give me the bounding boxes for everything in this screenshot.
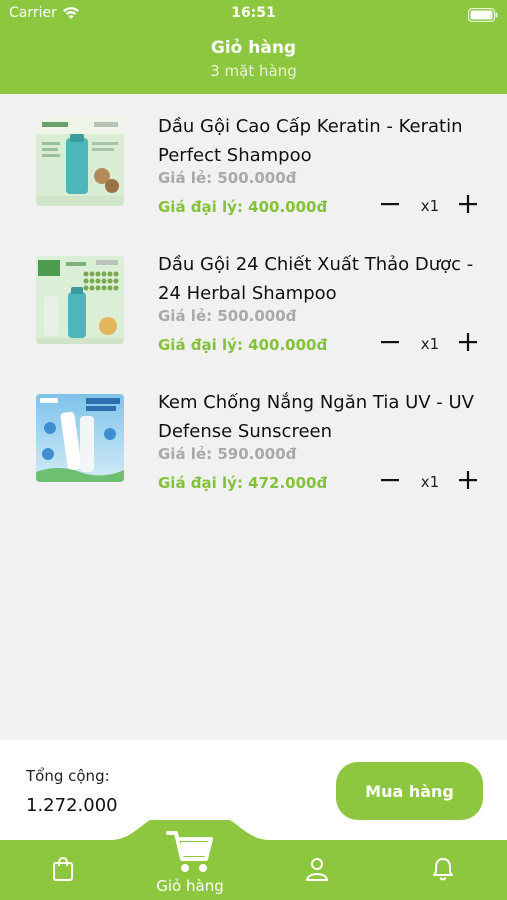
tab-notifications[interactable]	[425, 855, 461, 887]
minus-icon[interactable]	[378, 330, 402, 354]
tab-cart-label[interactable]: Giỏ hàng	[142, 877, 238, 895]
tab-shop[interactable]	[45, 855, 81, 887]
status-bar: Carrier 16:51	[0, 0, 507, 30]
plus-icon[interactable]	[456, 330, 480, 354]
agent-price: Giá đại lý: 400.000đ	[158, 336, 328, 354]
battery-icon	[467, 7, 498, 26]
cart-item[interactable]: Kem Chống Nắng Ngăn Tia UV - UV Defense …	[0, 376, 507, 514]
total-label: Tổng cộng:	[26, 767, 110, 785]
plus-icon[interactable]	[456, 468, 480, 492]
bell-icon	[431, 856, 455, 886]
buy-button[interactable]: Mua hàng	[336, 762, 483, 820]
product-name[interactable]: Kem Chống Nắng Ngăn Tia UV - UV Defense …	[158, 388, 488, 446]
minus-icon[interactable]	[378, 192, 402, 216]
retail-price: Giá lẻ: 590.000đ	[158, 445, 297, 463]
quantity-value: x1	[420, 197, 440, 215]
shopping-bag-icon	[51, 856, 75, 886]
product-image	[36, 256, 124, 344]
item-count: 3 mặt hàng	[210, 62, 297, 80]
product-image	[36, 118, 124, 206]
minus-icon[interactable]	[378, 468, 402, 492]
agent-price: Giá đại lý: 472.000đ	[158, 474, 328, 492]
user-icon	[305, 856, 329, 886]
total-value: 1.272.000	[26, 795, 118, 816]
tab-bar: Giỏ hàng	[0, 820, 507, 900]
tab-cart[interactable]	[164, 827, 216, 875]
product-image	[36, 394, 124, 482]
tab-account[interactable]	[299, 855, 335, 887]
agent-price: Giá đại lý: 400.000đ	[158, 198, 328, 216]
page-title: Giỏ hàng	[210, 38, 297, 58]
quantity-value: x1	[420, 473, 440, 491]
retail-price: Giá lẻ: 500.000đ	[158, 169, 297, 187]
retail-price: Giá lẻ: 500.000đ	[158, 307, 297, 325]
plus-icon[interactable]	[456, 192, 480, 216]
quantity-value: x1	[420, 335, 440, 353]
clock: 16:51	[231, 5, 276, 21]
cart-item[interactable]: Dầu Gội Cao Cấp Keratin - Keratin Perfec…	[0, 100, 507, 238]
product-name[interactable]: Dầu Gội 24 Chiết Xuất Thảo Dược - 24 Her…	[158, 250, 488, 308]
app-header: Carrier 16:51 Giỏ hàng 3 mặt hàng	[0, 0, 507, 94]
cart-item[interactable]: Dầu Gội 24 Chiết Xuất Thảo Dược - 24 Her…	[0, 238, 507, 376]
product-name[interactable]: Dầu Gội Cao Cấp Keratin - Keratin Perfec…	[158, 112, 488, 170]
